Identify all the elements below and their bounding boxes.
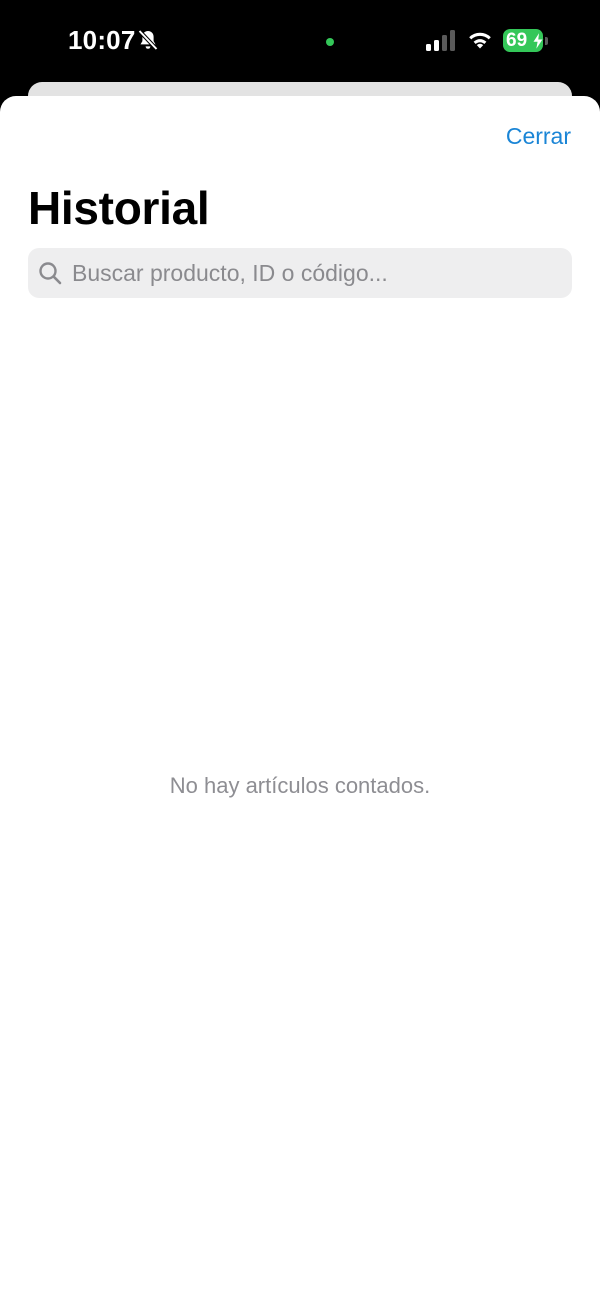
wifi-icon: [465, 28, 495, 52]
search-icon: [38, 261, 62, 285]
status-time: 10:07: [68, 25, 136, 55]
battery-indicator: 69: [503, 29, 549, 53]
battery-cap: [545, 37, 548, 45]
history-sheet: Cerrar Historial No hay artículos contad…: [0, 96, 600, 1300]
status-bar: 10:07 69: [0, 0, 600, 82]
cellular-signal-icon: [424, 30, 458, 52]
empty-state-message: No hay artículos contados.: [169, 773, 431, 798]
screen: 10:07 69 Cerrar Historial Buscar product…: [0, 0, 600, 1300]
bolt-icon: [532, 31, 544, 51]
search-input[interactable]: [72, 248, 562, 298]
page-title: Historial: [28, 182, 210, 234]
camera-in-use-indicator: [326, 38, 334, 46]
search-bar[interactable]: [28, 248, 572, 298]
bell-slash-icon: [136, 28, 160, 52]
close-button[interactable]: Cerrar: [506, 122, 571, 150]
